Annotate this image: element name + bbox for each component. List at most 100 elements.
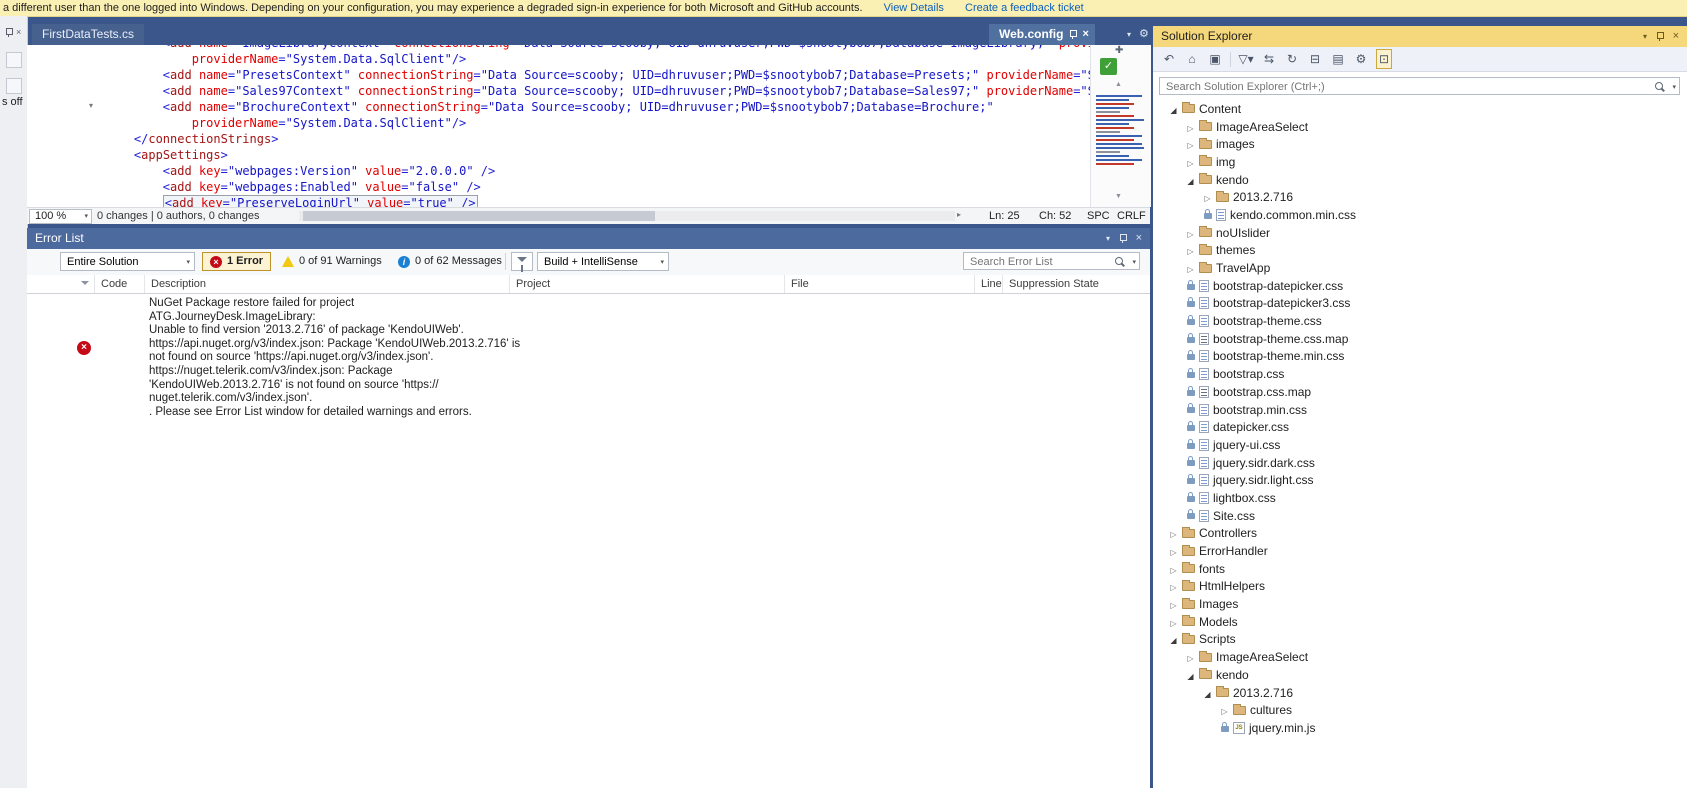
search-input[interactable] bbox=[968, 254, 1103, 270]
tree-item-bootstrap-css-map[interactable]: bootstrap.css.map bbox=[1153, 383, 1687, 401]
tree-item-imageareaselect[interactable]: ▷ImageAreaSelect bbox=[1153, 118, 1687, 136]
chevron-collapsed-icon[interactable]: ▷ bbox=[1170, 619, 1176, 628]
scroll-up-icon[interactable]: ▲ bbox=[1115, 81, 1122, 88]
tree-item-travelapp[interactable]: ▷TravelApp bbox=[1153, 259, 1687, 277]
chevron-collapsed-icon[interactable]: ▷ bbox=[1187, 141, 1193, 150]
code-line[interactable]: <add name="Sales97Context" connectionStr… bbox=[105, 83, 1090, 99]
tree-item-jquery-min-js[interactable]: JSjquery.min.js bbox=[1153, 719, 1687, 737]
code-line[interactable]: providerName="System.Data.SqlClient"/> bbox=[105, 115, 1090, 131]
back-button[interactable]: ↶ bbox=[1161, 50, 1177, 68]
chevron-collapsed-icon[interactable]: ▷ bbox=[1170, 548, 1176, 557]
suppression-state-column-header[interactable]: Suppression State bbox=[1003, 275, 1150, 293]
properties-gear-icon[interactable]: ⚙ bbox=[1353, 50, 1369, 68]
chevron-expanded-icon[interactable]: ◢ bbox=[1170, 636, 1176, 645]
close-icon[interactable]: × bbox=[16, 27, 21, 38]
chevron-collapsed-icon[interactable]: ▷ bbox=[1221, 707, 1227, 716]
document-health-indicator[interactable]: ✓ bbox=[1100, 58, 1117, 75]
chevron-collapsed-icon[interactable]: ▷ bbox=[1170, 566, 1176, 575]
tab-firstdatatests[interactable]: FirstDataTests.cs bbox=[32, 24, 144, 45]
errors-filter-button[interactable]: × 1 Error bbox=[202, 252, 271, 271]
preview-selected-items-toggle[interactable]: ⊡ bbox=[1376, 49, 1392, 69]
horizontal-scrollbar[interactable] bbox=[299, 211, 955, 221]
tree-item-jquery-sidr-dark-css[interactable]: jquery.sidr.dark.css bbox=[1153, 454, 1687, 472]
tree-item-cultures[interactable]: ▷cultures bbox=[1153, 701, 1687, 719]
tree-item-themes[interactable]: ▷themes bbox=[1153, 242, 1687, 260]
window-gear-icon[interactable]: ⚙ bbox=[1139, 24, 1149, 45]
chevron-collapsed-icon[interactable]: ▷ bbox=[1187, 124, 1193, 133]
tree-item-site-css[interactable]: Site.css bbox=[1153, 507, 1687, 525]
tree-item-nouislider[interactable]: ▷noUIslider bbox=[1153, 224, 1687, 242]
tree-item-kendo[interactable]: ◢kendo bbox=[1153, 171, 1687, 189]
chevron-collapsed-icon[interactable]: ▷ bbox=[1187, 265, 1193, 274]
tree-item-fonts[interactable]: ▷fonts bbox=[1153, 560, 1687, 578]
tree-item-controllers[interactable]: ▷Controllers bbox=[1153, 525, 1687, 543]
code-line[interactable]: <add name="BrochureContext" connectionSt… bbox=[105, 99, 1090, 115]
tree-item-jquery-sidr-light-css[interactable]: jquery.sidr.light.css bbox=[1153, 471, 1687, 489]
spaces-indicator[interactable]: SPC bbox=[1087, 209, 1110, 223]
tab-webconfig[interactable]: Web.config × bbox=[989, 24, 1095, 45]
build-intellisense-dropdown[interactable]: Build + IntelliSense ▾ bbox=[537, 252, 669, 271]
refresh-icon[interactable]: ↻ bbox=[1284, 50, 1300, 68]
tree-item-models[interactable]: ▷Models bbox=[1153, 613, 1687, 631]
tree-item-images[interactable]: ▷Images bbox=[1153, 595, 1687, 613]
tree-item-kendo[interactable]: ◢kendo bbox=[1153, 666, 1687, 684]
editor-scroll-column[interactable]: ✚ ✓ ▲ ▼ bbox=[1090, 45, 1151, 207]
show-all-files-icon[interactable]: ▤ bbox=[1330, 50, 1346, 68]
code-column-header[interactable]: Code bbox=[95, 275, 145, 293]
error-list-title-bar[interactable]: Error List ▾ × bbox=[27, 228, 1150, 249]
code-line[interactable]: </connectionStrings> bbox=[105, 131, 1090, 147]
tree-item-content[interactable]: ◢Content bbox=[1153, 100, 1687, 118]
tree-item-bootstrap-theme-min-css[interactable]: bootstrap-theme.min.css bbox=[1153, 348, 1687, 366]
tree-item-htmlhelpers[interactable]: ▷HtmlHelpers bbox=[1153, 578, 1687, 596]
home-icon[interactable]: ⌂ bbox=[1184, 50, 1200, 68]
chevron-expanded-icon[interactable]: ◢ bbox=[1187, 177, 1193, 186]
tree-item-imageareaselect[interactable]: ▷ImageAreaSelect bbox=[1153, 648, 1687, 666]
zoom-dropdown[interactable]: 100 % ▾ bbox=[29, 209, 92, 224]
tree-item-bootstrap-datepicker3-css[interactable]: bootstrap-datepicker3.css bbox=[1153, 295, 1687, 313]
solution-explorer-search[interactable]: ▾ bbox=[1159, 77, 1680, 95]
file-column-header[interactable]: File bbox=[785, 275, 975, 293]
code-line[interactable]: <appSettings> bbox=[105, 147, 1090, 163]
chevron-collapsed-icon[interactable]: ▷ bbox=[1170, 583, 1176, 592]
chevron-collapsed-icon[interactable]: ▷ bbox=[1187, 247, 1193, 256]
tool-icon[interactable] bbox=[6, 78, 22, 94]
close-icon[interactable]: × bbox=[1673, 26, 1679, 47]
code-editor[interactable]: ▾ <add name="ImageLibraryContext" connec… bbox=[27, 45, 1090, 207]
tree-item-datepicker-css[interactable]: datepicker.css bbox=[1153, 418, 1687, 436]
close-icon[interactable]: × bbox=[1136, 228, 1142, 249]
search-input[interactable] bbox=[1164, 79, 1609, 95]
scroll-down-icon[interactable]: ▼ bbox=[1115, 193, 1122, 200]
severity-column-header[interactable] bbox=[27, 275, 95, 293]
line-column-header[interactable]: Line bbox=[975, 275, 1003, 293]
pin-icon[interactable] bbox=[1069, 30, 1076, 39]
minimap[interactable] bbox=[1094, 93, 1146, 189]
tree-item-images[interactable]: ▷images bbox=[1153, 135, 1687, 153]
tree-item-jquery-ui-css[interactable]: jquery-ui.css bbox=[1153, 436, 1687, 454]
chevron-collapsed-icon[interactable]: ▷ bbox=[1204, 194, 1210, 203]
scrollbar-thumb[interactable] bbox=[303, 211, 655, 221]
chevron-collapsed-icon[interactable]: ▷ bbox=[1170, 530, 1176, 539]
tree-item-bootstrap-datepicker-css[interactable]: bootstrap-datepicker.css bbox=[1153, 277, 1687, 295]
tree-item-bootstrap-min-css[interactable]: bootstrap.min.css bbox=[1153, 401, 1687, 419]
solution-explorer-title-bar[interactable]: Solution Explorer ▾ × bbox=[1153, 26, 1687, 47]
chevron-down-icon[interactable]: ▾ bbox=[1672, 83, 1676, 91]
scope-dropdown[interactable]: Entire Solution ▾ bbox=[60, 252, 195, 271]
tree-item-bootstrap-css[interactable]: bootstrap.css bbox=[1153, 365, 1687, 383]
splitter-grip-icon[interactable]: ✚ bbox=[1115, 45, 1123, 56]
tab-list-chevron-icon[interactable]: ▾ bbox=[1127, 24, 1131, 45]
filter-button[interactable] bbox=[511, 252, 533, 271]
tree-item-scripts[interactable]: ◢Scripts bbox=[1153, 631, 1687, 649]
tree-item-errorhandler[interactable]: ▷ErrorHandler bbox=[1153, 542, 1687, 560]
chevron-expanded-icon[interactable]: ◢ bbox=[1170, 106, 1176, 115]
sync-with-active-document-icon[interactable]: ⇆ bbox=[1261, 50, 1277, 68]
close-icon[interactable]: × bbox=[1082, 29, 1088, 40]
project-column-header[interactable]: Project bbox=[510, 275, 785, 293]
error-list-search[interactable]: ▾ bbox=[963, 252, 1140, 270]
chevron-down-icon[interactable]: ▾ bbox=[1132, 258, 1136, 266]
window-position-chevron-icon[interactable]: ▾ bbox=[1643, 26, 1647, 47]
tree-item-kendo-common-min-css[interactable]: kendo.common.min.css bbox=[1153, 206, 1687, 224]
code-line[interactable]: <add key="webpages:Enabled" value="false… bbox=[105, 179, 1090, 195]
scope-filter-icon[interactable]: ▽▾ bbox=[1238, 50, 1254, 68]
chevron-collapsed-icon[interactable]: ▷ bbox=[1187, 654, 1193, 663]
messages-filter-button[interactable]: i 0 of 62 Messages bbox=[391, 252, 509, 271]
